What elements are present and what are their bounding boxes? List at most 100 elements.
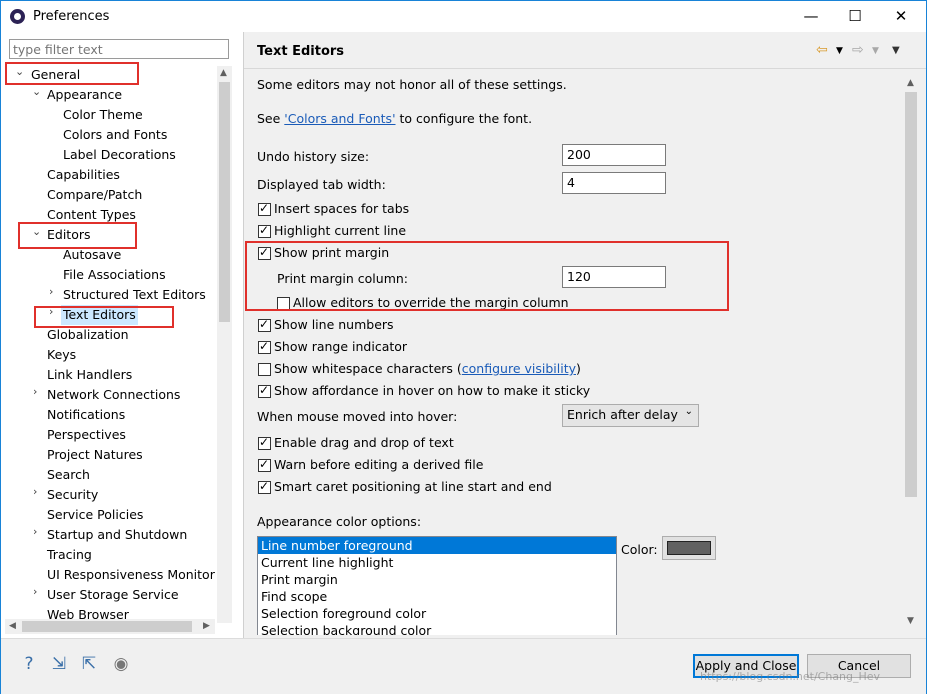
- page-vertical-scrollbar[interactable]: ▲ ▼: [903, 76, 919, 632]
- font-hint-suffix: to configure the font.: [395, 111, 533, 126]
- collapse-arrow-icon[interactable]: ›: [33, 525, 37, 538]
- undo-history-label: Undo history size:: [257, 149, 370, 164]
- scroll-thumb[interactable]: [22, 621, 192, 632]
- scroll-right-icon[interactable]: ▶: [203, 621, 210, 631]
- warn-derived-label: Warn before editing a derived file: [274, 457, 484, 472]
- back-menu-icon[interactable]: ▼: [836, 46, 843, 56]
- tree-item-color-theme[interactable]: Color Theme: [63, 105, 143, 125]
- undo-history-field[interactable]: 200: [562, 144, 666, 166]
- show-range-checkbox[interactable]: [258, 339, 271, 354]
- import-icon[interactable]: ⇲: [49, 654, 69, 674]
- tree-item-keys[interactable]: Keys: [47, 345, 76, 365]
- scroll-thumb[interactable]: [219, 82, 230, 322]
- configure-visibility-link[interactable]: configure visibility: [462, 361, 576, 376]
- scroll-left-icon[interactable]: ◀: [9, 621, 16, 631]
- show-affordance-checkbox[interactable]: [258, 383, 271, 398]
- tab-width-label: Displayed tab width:: [257, 177, 386, 192]
- expand-arrow-icon[interactable]: ⌄: [32, 85, 41, 98]
- color-picker-button[interactable]: [662, 536, 716, 560]
- list-item[interactable]: Line number foreground: [258, 537, 616, 554]
- tree-item-service-policies[interactable]: Service Policies: [47, 505, 143, 525]
- preference-page: Text Editors ⇦ ▼ ⇨ ▼ ▼ Some editors may …: [244, 32, 926, 638]
- export-icon[interactable]: ⇱: [79, 654, 99, 674]
- close-button[interactable]: ✕: [878, 1, 924, 32]
- forward-arrow-icon[interactable]: ⇨: [852, 42, 864, 58]
- tree-item-security[interactable]: Security: [47, 485, 98, 505]
- color-options-list[interactable]: Line number foreground Current line high…: [257, 536, 617, 635]
- tree-horizontal-scrollbar[interactable]: ◀ ▶: [5, 619, 215, 634]
- tree-item-link-handlers[interactable]: Link Handlers: [47, 365, 132, 385]
- list-item[interactable]: Current line highlight: [258, 554, 616, 571]
- tree-item-capabilities[interactable]: Capabilities: [47, 165, 120, 185]
- title-bar: Preferences — ☐ ✕: [1, 1, 926, 32]
- hover-label: When mouse moved into hover:: [257, 409, 458, 424]
- forward-menu-icon[interactable]: ▼: [872, 46, 879, 56]
- tree-item-tracing[interactable]: Tracing: [47, 545, 92, 565]
- collapse-arrow-icon[interactable]: ›: [33, 585, 37, 598]
- record-icon[interactable]: ◉: [111, 654, 131, 674]
- tree-item-search[interactable]: Search: [47, 465, 90, 485]
- preferences-window: Preferences — ☐ ✕ ⌄ General ⌄ Appearance…: [0, 0, 927, 694]
- highlight-line-label: Highlight current line: [274, 223, 407, 238]
- collapse-arrow-icon[interactable]: ›: [33, 485, 37, 498]
- tree-vertical-scrollbar[interactable]: ▲: [217, 66, 232, 623]
- collapse-arrow-icon[interactable]: ›: [33, 385, 37, 398]
- highlight-editors: [18, 222, 137, 249]
- tree-item-notifications[interactable]: Notifications: [47, 405, 125, 425]
- font-hint: See 'Colors and Fonts' to configure the …: [257, 111, 532, 126]
- tree-item-web-browser[interactable]: Web Browser: [47, 605, 129, 619]
- insert-spaces-checkbox[interactable]: [258, 201, 271, 216]
- hover-select[interactable]: Enrich after delay ⌄: [562, 404, 699, 427]
- show-line-numbers-label: Show line numbers: [274, 317, 394, 332]
- warn-derived-checkbox[interactable]: [258, 457, 271, 472]
- tree-item-network-connections[interactable]: Network Connections: [47, 385, 180, 405]
- preference-tree: ⌄ General ⌄ Appearance Color Theme Color…: [5, 64, 215, 619]
- scroll-up-icon[interactable]: ▲: [907, 78, 914, 88]
- drag-drop-checkbox[interactable]: [258, 435, 271, 450]
- eclipse-icon: [10, 9, 25, 24]
- tree-item-file-associations[interactable]: File Associations: [63, 265, 166, 285]
- back-arrow-icon[interactable]: ⇦: [816, 42, 828, 58]
- tab-width-field[interactable]: 4: [562, 172, 666, 194]
- maximize-button[interactable]: ☐: [832, 1, 878, 32]
- smart-caret-label: Smart caret positioning at line start an…: [274, 479, 552, 494]
- view-menu-icon[interactable]: ▼: [892, 45, 900, 56]
- tree-item-ui-responsiveness[interactable]: UI Responsiveness Monitorin: [47, 565, 215, 585]
- color-swatch: [667, 541, 711, 555]
- tree-item-project-natures[interactable]: Project Natures: [47, 445, 143, 465]
- highlight-line-checkbox[interactable]: [258, 223, 271, 238]
- font-hint-prefix: See: [257, 111, 285, 126]
- collapse-arrow-icon[interactable]: ›: [49, 285, 53, 298]
- list-item[interactable]: Selection background color: [258, 622, 616, 635]
- button-bar: ? ⇲ ⇱ ◉ Apply and Close Cancel: [1, 638, 926, 694]
- minimize-button[interactable]: —: [788, 1, 834, 32]
- show-whitespace-text: Show whitespace characters (configure vi…: [274, 361, 581, 376]
- tree-item-startup-and-shutdown[interactable]: Startup and Shutdown: [47, 525, 187, 545]
- drag-drop-label: Enable drag and drop of text: [274, 435, 454, 450]
- tree-item-user-storage-service[interactable]: User Storage Service: [47, 585, 179, 605]
- show-whitespace-checkbox[interactable]: [258, 363, 271, 376]
- help-icon[interactable]: ?: [19, 654, 39, 674]
- show-line-numbers-checkbox[interactable]: [258, 317, 271, 332]
- close-paren: ): [576, 361, 581, 376]
- list-item[interactable]: Find scope: [258, 588, 616, 605]
- page-title: Text Editors: [257, 44, 345, 59]
- filter-input[interactable]: [9, 39, 229, 59]
- smart-caret-checkbox[interactable]: [258, 479, 271, 494]
- tree-item-appearance[interactable]: Appearance: [47, 85, 122, 105]
- intro-text: Some editors may not honor all of these …: [257, 77, 567, 92]
- tree-item-globalization[interactable]: Globalization: [47, 325, 129, 345]
- list-item[interactable]: Selection foreground color: [258, 605, 616, 622]
- window-title: Preferences: [33, 9, 110, 24]
- tree-item-perspectives[interactable]: Perspectives: [47, 425, 126, 445]
- scroll-down-icon[interactable]: ▼: [907, 616, 914, 626]
- insert-spaces-label: Insert spaces for tabs: [274, 201, 410, 216]
- list-item[interactable]: Print margin: [258, 571, 616, 588]
- tree-item-structured-text-editors[interactable]: Structured Text Editors: [63, 285, 206, 305]
- scroll-up-icon[interactable]: ▲: [220, 68, 227, 78]
- tree-item-compare-patch[interactable]: Compare/Patch: [47, 185, 142, 205]
- colors-and-fonts-link[interactable]: 'Colors and Fonts': [284, 111, 395, 126]
- tree-item-colors-and-fonts[interactable]: Colors and Fonts: [63, 125, 167, 145]
- scroll-thumb[interactable]: [905, 92, 917, 497]
- tree-item-label-decorations[interactable]: Label Decorations: [63, 145, 176, 165]
